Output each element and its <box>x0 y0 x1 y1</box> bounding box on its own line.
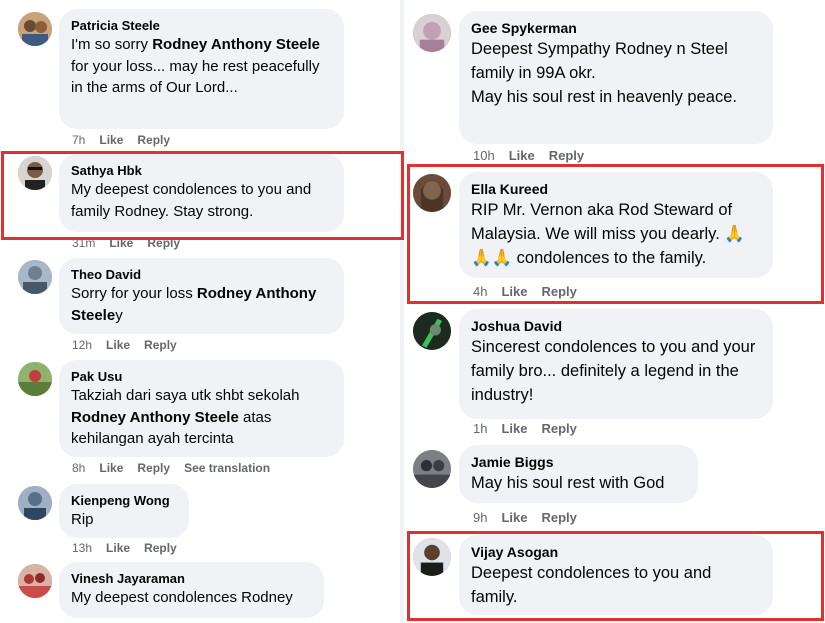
comment-author[interactable]: Joshua David <box>471 317 761 335</box>
like-button[interactable]: Like <box>99 461 123 475</box>
comment-actions: 31m Like Reply <box>72 236 194 250</box>
comment-text: May his soul rest with God <box>471 474 665 492</box>
person-avatar-icon[interactable] <box>18 564 52 598</box>
comment-actions: 8h Like Reply See translation <box>72 461 284 475</box>
reply-button[interactable]: Reply <box>137 133 170 147</box>
like-button[interactable]: Like <box>109 236 133 250</box>
comment-actions: 10h Like Reply <box>473 148 598 163</box>
comment-actions: 12h Like Reply <box>72 338 191 352</box>
like-button[interactable]: Like <box>106 338 130 352</box>
timestamp[interactable]: 31m <box>72 236 95 250</box>
reply-button[interactable]: Reply <box>144 541 177 555</box>
comment-actions: 13h Like Reply <box>72 541 191 555</box>
comment-theo-david: Theo David Sorry for your loss Rodney An… <box>0 252 400 352</box>
timestamp[interactable]: 13h <box>72 541 92 555</box>
comment-bubble: Theo David Sorry for your loss Rodney An… <box>59 258 344 334</box>
comment-text-part: Sorry for your loss <box>71 285 197 302</box>
comment-text: I'm so sorry Rodney Anthony Steele for y… <box>71 34 332 99</box>
reply-button[interactable]: Reply <box>147 236 180 250</box>
comment-vinesh-jayaraman: Vinesh Jayaraman My deepest condolences … <box>0 560 400 623</box>
comment-text: My deepest condolences to you and family… <box>71 181 312 220</box>
timestamp[interactable]: 9h <box>473 510 487 525</box>
like-button[interactable]: Like <box>501 421 527 436</box>
reply-button[interactable]: Reply <box>541 421 576 436</box>
comment-bubble: Pak Usu Takziah dari saya utk shbt sekol… <box>59 360 344 457</box>
comment-text-part: y <box>115 306 123 324</box>
comment-patricia-steele: Patricia Steele I'm so sorry Rodney Anth… <box>0 0 400 150</box>
reply-button[interactable]: Reply <box>549 148 584 163</box>
person-avatar-icon[interactable] <box>18 260 52 294</box>
comment-actions: 7h Like Reply <box>72 133 184 147</box>
comment-ella-kureed: Ella Kureed RIP Mr. Vernon aka Rod Stewa… <box>404 166 825 306</box>
timestamp[interactable]: 8h <box>72 461 85 475</box>
comment-kienpeng-wong: Kienpeng Wong Rip 13h Like Reply <box>0 482 400 560</box>
tagged-name[interactable]: Rodney Anthony Steele <box>152 36 320 53</box>
comment-author[interactable]: Gee Spykerman <box>471 19 761 37</box>
comment-author[interactable]: Jamie Biggs <box>471 453 686 471</box>
comment-bubble: Jamie Biggs May his soul rest with God <box>459 445 698 503</box>
reply-button[interactable]: Reply <box>144 338 177 352</box>
comment-jamie-biggs: Jamie Biggs May his soul rest with God 9… <box>404 444 825 530</box>
like-button[interactable]: Like <box>106 541 130 555</box>
comment-author[interactable]: Patricia Steele <box>71 17 332 34</box>
comment-sathya-hbk: Sathya Hbk My deepest condolences to you… <box>0 150 400 250</box>
comment-author[interactable]: Pak Usu <box>71 368 332 385</box>
comment-author[interactable]: Theo David <box>71 266 332 283</box>
comment-text-part: Takziah dari saya utk shbt sekolah <box>71 387 300 404</box>
comment-author[interactable]: Kienpeng Wong <box>71 492 177 509</box>
timestamp[interactable]: 1h <box>473 421 487 436</box>
comment-bubble: Patricia Steele I'm so sorry Rodney Anth… <box>59 9 344 129</box>
comment-author[interactable]: Sathya Hbk <box>71 162 332 179</box>
person-avatar-icon[interactable] <box>18 156 52 190</box>
comment-bubble: Kienpeng Wong Rip <box>59 484 189 538</box>
see-translation-link[interactable]: See translation <box>184 461 270 475</box>
person-avatar-icon[interactable] <box>413 14 451 52</box>
comment-text: Sorry for your loss Rodney Anthony Steel… <box>71 283 332 326</box>
comment-author[interactable]: Vijay Asogan <box>471 543 761 561</box>
comment-author[interactable]: Vinesh Jayaraman <box>71 570 312 587</box>
comment-bubble: Sathya Hbk My deepest condolences to you… <box>59 154 344 232</box>
comment-text: Deepest condolences to you and family. <box>471 564 712 606</box>
timestamp[interactable]: 4h <box>473 284 487 299</box>
reply-button[interactable]: Reply <box>137 461 170 475</box>
person-avatar-icon[interactable] <box>413 538 451 576</box>
comment-text: Sincerest condolences to you and your fa… <box>471 338 756 404</box>
timestamp[interactable]: 12h <box>72 338 92 352</box>
comment-bubble: Joshua David Sincerest condolences to yo… <box>459 309 773 419</box>
reply-button[interactable]: Reply <box>541 284 576 299</box>
comment-bubble: Vinesh Jayaraman My deepest condolences … <box>59 562 324 618</box>
like-button[interactable]: Like <box>99 133 123 147</box>
comment-pak-usu: Pak Usu Takziah dari saya utk shbt sekol… <box>0 356 400 480</box>
person-avatar-icon[interactable] <box>413 312 451 350</box>
comment-text: Takziah dari saya utk shbt sekolah Rodne… <box>71 385 332 450</box>
comment-text: My deepest condolences Rodney <box>71 589 293 606</box>
like-button[interactable]: Like <box>509 148 535 163</box>
reply-button[interactable]: Reply <box>541 510 576 525</box>
comment-text: RIP Mr. Vernon aka Rod Steward of Malays… <box>471 201 745 267</box>
person-avatar-icon[interactable] <box>18 12 52 46</box>
person-avatar-icon[interactable] <box>18 486 52 520</box>
comment-author[interactable]: Ella Kureed <box>471 180 761 198</box>
comment-text-part: for your loss... may he rest peacefully … <box>71 57 320 97</box>
comment-bubble: Vijay Asogan Deepest condolences to you … <box>459 535 773 615</box>
comment-actions: 1h Like Reply <box>473 421 591 436</box>
person-avatar-icon[interactable] <box>413 174 451 212</box>
person-avatar-icon[interactable] <box>413 450 451 488</box>
comment-actions: 9h Like Reply <box>473 510 591 525</box>
tagged-name[interactable]: Rodney Anthony Steele <box>71 409 239 426</box>
comment-joshua-david: Joshua David Sincerest condolences to yo… <box>404 308 825 443</box>
timestamp[interactable]: 7h <box>72 133 85 147</box>
comment-bubble: Ella Kureed RIP Mr. Vernon aka Rod Stewa… <box>459 172 773 278</box>
like-button[interactable]: Like <box>501 284 527 299</box>
timestamp[interactable]: 10h <box>473 148 495 163</box>
comment-gee-spykerman: Gee Spykerman Deepest Sympathy Rodney n … <box>404 0 825 165</box>
comment-text: Rip <box>71 511 94 528</box>
comment-actions: 4h Like Reply <box>473 284 591 299</box>
comment-text-part: I'm so sorry <box>71 36 153 53</box>
like-button[interactable]: Like <box>501 510 527 525</box>
comment-vijay-asogan: Vijay Asogan Deepest condolences to you … <box>404 532 825 623</box>
comment-bubble: Gee Spykerman Deepest Sympathy Rodney n … <box>459 11 773 144</box>
person-avatar-icon[interactable] <box>18 362 52 396</box>
comment-text: Deepest Sympathy Rodney n Steel family i… <box>471 40 737 106</box>
